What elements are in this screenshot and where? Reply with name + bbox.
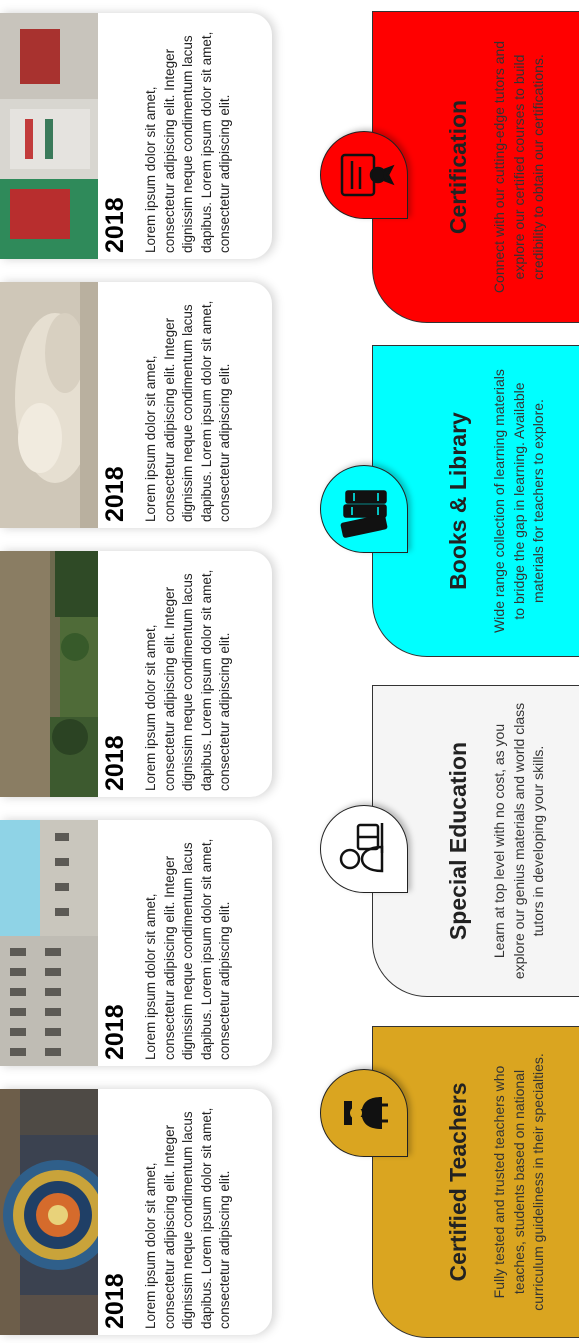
service-card-certified-teachers[interactable]: Certified Teachers Fully tested and trus… [372, 1026, 579, 1338]
news-image-building [0, 820, 98, 1066]
news-image-textiles [0, 13, 98, 259]
news-text: Lorem ipsum dolor sit amet, consectetur … [143, 1107, 232, 1329]
service-description: Fully tested and trusted teachers who te… [491, 1053, 546, 1311]
news-year: 2018 [101, 735, 129, 791]
news-image-clock [0, 1089, 98, 1335]
news-card[interactable]: 2018 Lorem ipsum dolor sit amet, consect… [0, 13, 272, 259]
service-description: Connect with our cutting-edge tutors and… [491, 40, 546, 294]
news-text: Lorem ipsum dolor sit amet, consectetur … [143, 569, 232, 791]
service-title: Certified Teachers [445, 1082, 471, 1282]
news-year: 2018 [101, 1004, 129, 1060]
news-card[interactable]: 2018 Lorem ipsum dolor sit amet, consect… [0, 1089, 272, 1335]
teacher-icon [320, 1069, 408, 1157]
news-card[interactable]: 2018 Lorem ipsum dolor sit amet, consect… [0, 551, 272, 797]
service-description: Learn at top level with no cost, as you … [491, 702, 546, 980]
news-text: Lorem ipsum dolor sit amet, consectetur … [143, 31, 232, 253]
news-year: 2018 [101, 466, 129, 522]
student-reading-icon [320, 805, 408, 893]
news-text: Lorem ipsum dolor sit amet, consectetur … [143, 300, 232, 522]
news-year: 2018 [101, 197, 129, 253]
certificate-icon [320, 131, 408, 219]
service-description: Wide range collection of learning materi… [491, 369, 546, 633]
news-image-statue [0, 282, 98, 528]
news-card[interactable]: 2018 Lorem ipsum dolor sit amet, consect… [0, 820, 272, 1066]
service-title: Books & Library [445, 412, 471, 590]
books-icon [320, 465, 408, 553]
news-card[interactable]: 2018 Lorem ipsum dolor sit amet, consect… [0, 282, 272, 528]
service-title: Special Education [445, 741, 471, 941]
news-text: Lorem ipsum dolor sit amet, consectetur … [143, 838, 232, 1060]
service-title: Certification [445, 99, 471, 235]
news-image-landscape [0, 551, 98, 797]
news-year: 2018 [101, 1273, 129, 1329]
